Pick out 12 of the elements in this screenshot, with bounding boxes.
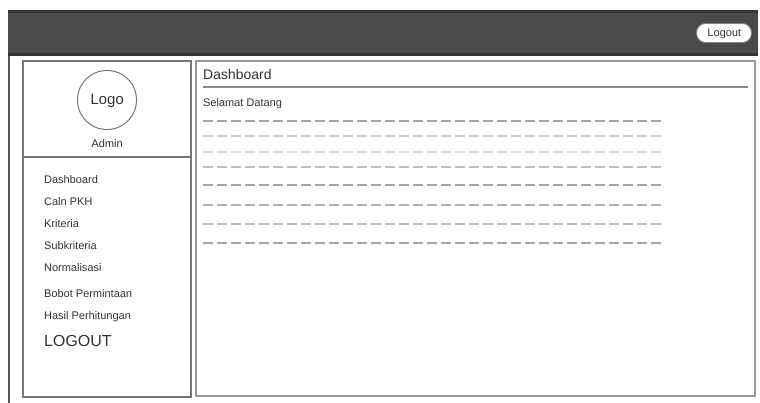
welcome-text: Selamat Datang <box>203 96 283 111</box>
page-title: Dashboard <box>203 64 748 88</box>
logout-button[interactable]: Logout <box>696 23 752 43</box>
menu-link[interactable]: Caln PKH <box>44 192 92 212</box>
menu-link[interactable]: Kriteria <box>44 214 79 234</box>
menu-link[interactable]: Normalisasi <box>44 258 102 278</box>
menu-link[interactable]: Hasil Perhitungan <box>44 306 131 326</box>
logout-link[interactable]: LOGOUT <box>44 330 112 354</box>
menu-link[interactable]: Bobot Permintaan <box>44 284 132 304</box>
menu-link[interactable]: Dashboard <box>44 170 98 190</box>
menu-link[interactable]: Subkriteria <box>44 236 97 256</box>
admin-label: Admin <box>91 137 123 152</box>
